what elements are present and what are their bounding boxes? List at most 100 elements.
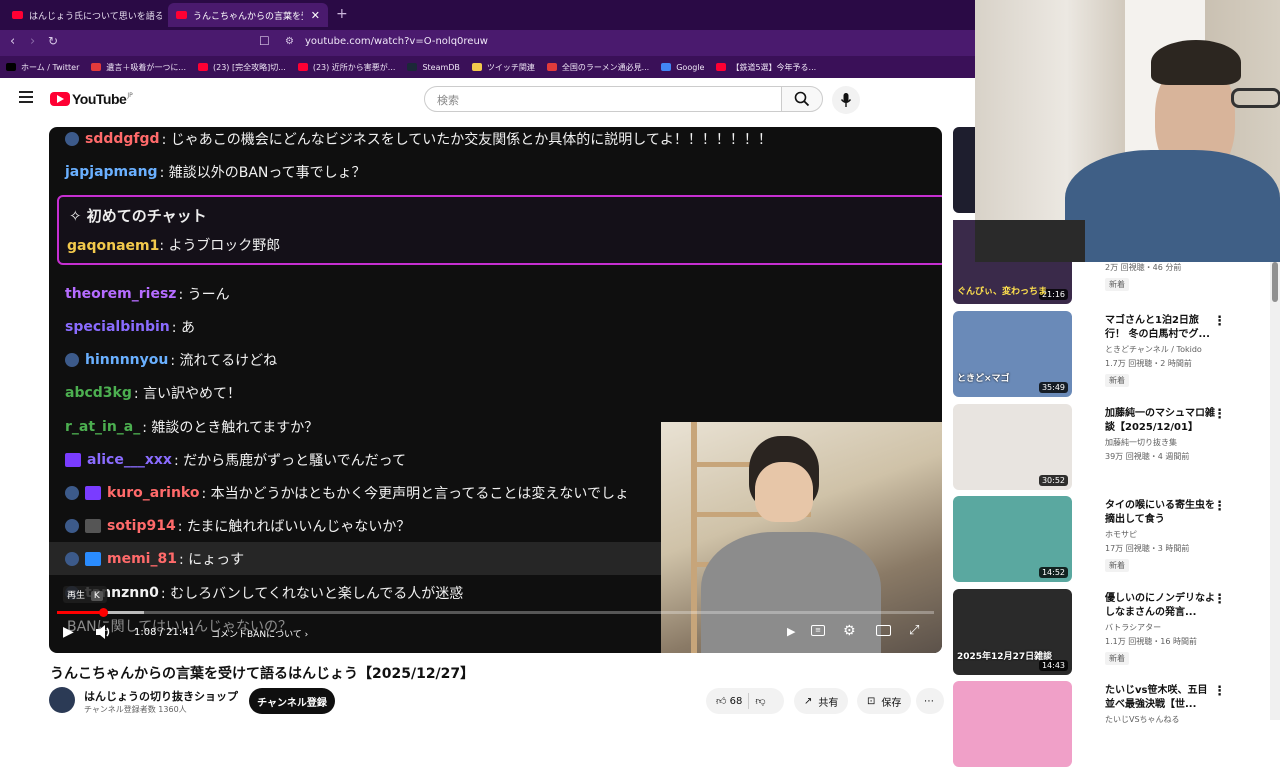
dislike-button[interactable]: 👎︎ [755,695,765,707]
related-video-thumbnail[interactable]: 14:43 2025年12月27日雑談 [953,589,1072,675]
subtitles-icon[interactable]: ≡ [811,625,825,636]
fullscreen-icon[interactable]: ⤢ [909,623,919,638]
browser-tab-2[interactable]: うんこちゃんからの言葉を受けて語るは ✕ [168,3,328,27]
play-icon[interactable]: ▶ [63,624,74,640]
youtube-play-logo-icon [50,92,70,106]
first-chat-card: ✧ 初めてのチャット gaqonaem1: ようブロック野郎 [57,195,942,265]
chat-message: : うーん [178,287,230,303]
chat-username: r_at_in_a_ [65,419,141,435]
share-button[interactable]: ↗ 共有 [794,688,849,714]
related-video-thumbnail[interactable]: 35:49 ときど×マゴ [953,311,1072,397]
save-button[interactable]: ⊡ 保存 [857,688,912,714]
related-video-title[interactable]: 優しいのにノンデリなよしなまさんの発言... [1105,592,1215,620]
sidebar-partial-thumbnail[interactable] [953,220,975,262]
streamer-face [755,462,813,522]
bookmark-item[interactable]: 遺言＋吸着が一つに... [91,62,186,73]
bookmark-favicon-icon [407,63,418,71]
related-video-channel[interactable]: バトラシアター [1105,622,1161,634]
bookmark-item[interactable]: (23) 近所から害悪が... [297,62,395,73]
chat-message-row: sdddgfgd: じゃあこの機会にどんなビジネスをしていたか交友関係とか具体的… [65,129,772,149]
related-video-title[interactable]: たいじvs笹木咲、五目並べ最強決戦【世... [1105,684,1215,712]
related-video-title[interactable]: 加藤純一のマシュマロ雑談【2025/12/01】 [1105,407,1215,435]
related-video-channel[interactable]: たいじVSちゃんねる [1105,714,1180,726]
more-horizontal-icon: ⋯ [924,695,934,707]
thumbnail-text: ぐんびぃ、変わっちま [957,287,1048,297]
progress-bar-track[interactable] [57,611,934,614]
bookmark-item[interactable]: ホーム / Twitter [6,62,79,73]
new-tab-icon[interactable]: + [336,6,348,22]
sidebar-partial-thumbnail[interactable] [953,127,975,213]
chat-username: specialbinbin [65,319,170,335]
more-vertical-icon[interactable]: ⋮ [1213,407,1226,422]
bookmark-item[interactable]: ツイッチ関連 [471,62,535,73]
hamburger-menu-icon[interactable] [19,91,33,103]
settings-gear-icon[interactable]: ⚙ [843,623,856,639]
bookmark-label: ツイッチ関連 [486,62,535,72]
video-duration: 14:52 [1038,567,1068,578]
tooltip-shortcut-key: K [90,591,103,601]
bookmark-icon[interactable]: ☐ [259,34,270,48]
video-player[interactable]: sdddgfgd: じゃあこの機会にどんなビジネスをしていたか交友関係とか具体的… [49,127,942,653]
bookmark-item[interactable]: 全国のラーメン通必見... [546,62,649,73]
related-video-channel[interactable]: 加藤純一切り抜き集 [1105,437,1177,449]
back-icon[interactable]: ‹ [10,34,15,49]
chat-message: : たまに触れればいいんじゃないか？ [177,519,411,535]
sparkle-icon: ✧ [69,207,87,225]
related-video-channel[interactable]: ホモサピ [1105,529,1137,541]
more-vertical-icon[interactable]: ⋮ [1213,592,1226,607]
related-video-channel[interactable]: ときどチャンネル / Tokido [1105,344,1202,356]
autoplay-toggle-icon[interactable]: ▶ [787,625,795,638]
tab-title: はんじょう氏について思いを語る加藤純一 [29,11,162,22]
related-video-title[interactable]: マゴさんと1泊2日旅行！ 冬の白馬村でグ... [1105,314,1215,342]
chat-avatar [65,519,79,533]
like-button[interactable]: 👍︎ 68 [716,695,742,707]
page-scrollbar[interactable] [1270,262,1280,720]
url-field[interactable]: youtube.com/watch?v=O-nolq0reuw [305,36,488,47]
chat-message: : あ [171,320,195,336]
miniplayer-icon[interactable] [876,625,891,636]
thumbs-down-icon: 👎︎ [755,696,766,707]
more-actions-button[interactable]: ⋯ [916,688,944,714]
related-video-thumbnail[interactable]: 30:52 [953,404,1072,490]
subscribe-button[interactable]: チャンネル登録 [249,688,335,714]
channel-name[interactable]: はんじょうの切り抜きショップ [84,688,238,704]
scrubber-handle[interactable] [98,608,108,617]
channel-avatar[interactable] [49,687,75,713]
more-vertical-icon[interactable]: ⋮ [1213,499,1226,514]
forward-icon[interactable]: › [30,34,35,49]
chat-badge-icon [65,453,81,467]
related-video-thumbnail[interactable]: 14:52 [953,496,1072,582]
chat-message-row: hinnnnyou: 流れてるけどね [65,350,277,370]
bookmark-item[interactable]: (23) [完全攻略]切... [198,62,286,73]
youtube-logo[interactable]: YouTube JP [50,91,133,107]
related-video-title[interactable]: タイの喉にいる寄生虫を摘出して食う [1105,499,1215,527]
reload-icon[interactable]: ↻ [48,34,58,48]
related-video-thumbnail[interactable] [953,681,1072,767]
scrollbar-thumb[interactable] [1272,262,1278,302]
tab-title: うんこちゃんからの言葉を受けて語るは [193,11,303,22]
chat-message: : 言い訳やめて！ [133,386,242,402]
new-badge: 新着 [1105,374,1129,387]
chat-message-row: r_at_in_a_: 雑談のとき触れてますか？ [65,417,318,437]
site-info-icon[interactable]: ⚙ [285,36,294,47]
browser-tab-1[interactable]: はんじょう氏について思いを語る加藤純一 [4,3,162,27]
chat-avatar [65,552,79,566]
chat-message-row: alice___xxx: だから馬鹿がずっと騒いでんだって [65,450,406,470]
new-badge: 新着 [1105,559,1129,572]
voice-search-button[interactable] [832,86,860,114]
bookmark-item[interactable]: SteamDB [407,63,460,72]
search-button[interactable] [781,86,823,112]
time-display: 1:08 / 21:41 [134,627,196,638]
close-tab-icon[interactable]: ✕ [305,9,320,22]
related-video-thumbnail[interactable]: 21:16 ぐんびぃ、変わっちま [953,262,1072,304]
chat-message: : だから馬鹿がずっと騒いでんだって [173,453,406,469]
bookmark-item[interactable]: 【鉄道5選】今年予る... [716,62,816,73]
chat-message-row: japjapmang: 雑談以外のBANって事でしょ？ [65,162,366,182]
chapter-button[interactable]: コメントBANについて › [211,627,308,640]
more-vertical-icon[interactable]: ⋮ [1213,684,1226,699]
bookmark-item[interactable]: Google [661,63,704,72]
more-vertical-icon[interactable]: ⋮ [1213,314,1226,329]
volume-button[interactable] [95,624,113,643]
bookmark-favicon-icon [716,63,727,71]
search-input[interactable]: 検索 [424,86,782,112]
